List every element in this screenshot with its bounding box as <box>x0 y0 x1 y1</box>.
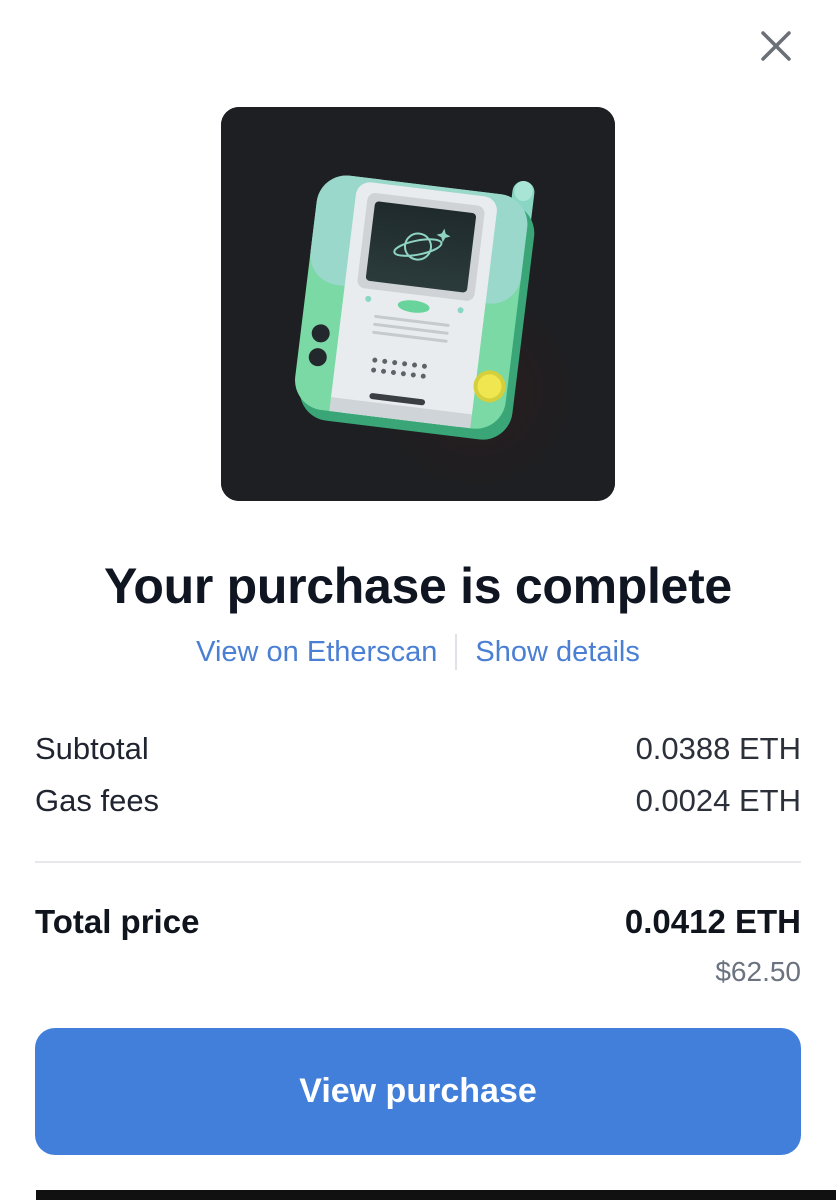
summary-divider <box>35 861 801 863</box>
bottom-edge-bar <box>0 1190 836 1200</box>
nft-image <box>221 107 615 501</box>
subtotal-label: Subtotal <box>35 731 149 766</box>
view-on-etherscan-link[interactable]: View on Etherscan <box>196 632 437 672</box>
page-title: Your purchase is complete <box>104 558 732 614</box>
total-price-usd: $62.50 <box>715 956 801 987</box>
bottom-edge-left <box>0 1190 36 1200</box>
close-button[interactable] <box>754 24 798 68</box>
link-divider <box>455 634 458 670</box>
total-price-label: Total price <box>35 903 200 940</box>
gas-fees-label: Gas fees <box>35 783 160 818</box>
gas-fees-value: 0.0024 ETH <box>635 783 801 818</box>
gas-fees-row: Gas fees 0.0024 ETH <box>35 781 801 821</box>
retro-handheld-device-illustration <box>221 107 615 501</box>
view-purchase-button[interactable]: View purchase <box>35 1028 801 1155</box>
purchase-complete-modal: Your purchase is complete View on Ethers… <box>0 0 836 1190</box>
close-icon <box>761 31 791 61</box>
show-details-link[interactable]: Show details <box>475 632 639 672</box>
total-price-row: Total price 0.0412 ETH <box>35 902 801 942</box>
total-price-value: 0.0412 ETH <box>624 903 801 940</box>
subtotal-row: Subtotal 0.0388 ETH <box>35 729 801 769</box>
transaction-links: View on Etherscan Show details <box>0 632 836 672</box>
subtotal-value: 0.0388 ETH <box>635 731 801 766</box>
